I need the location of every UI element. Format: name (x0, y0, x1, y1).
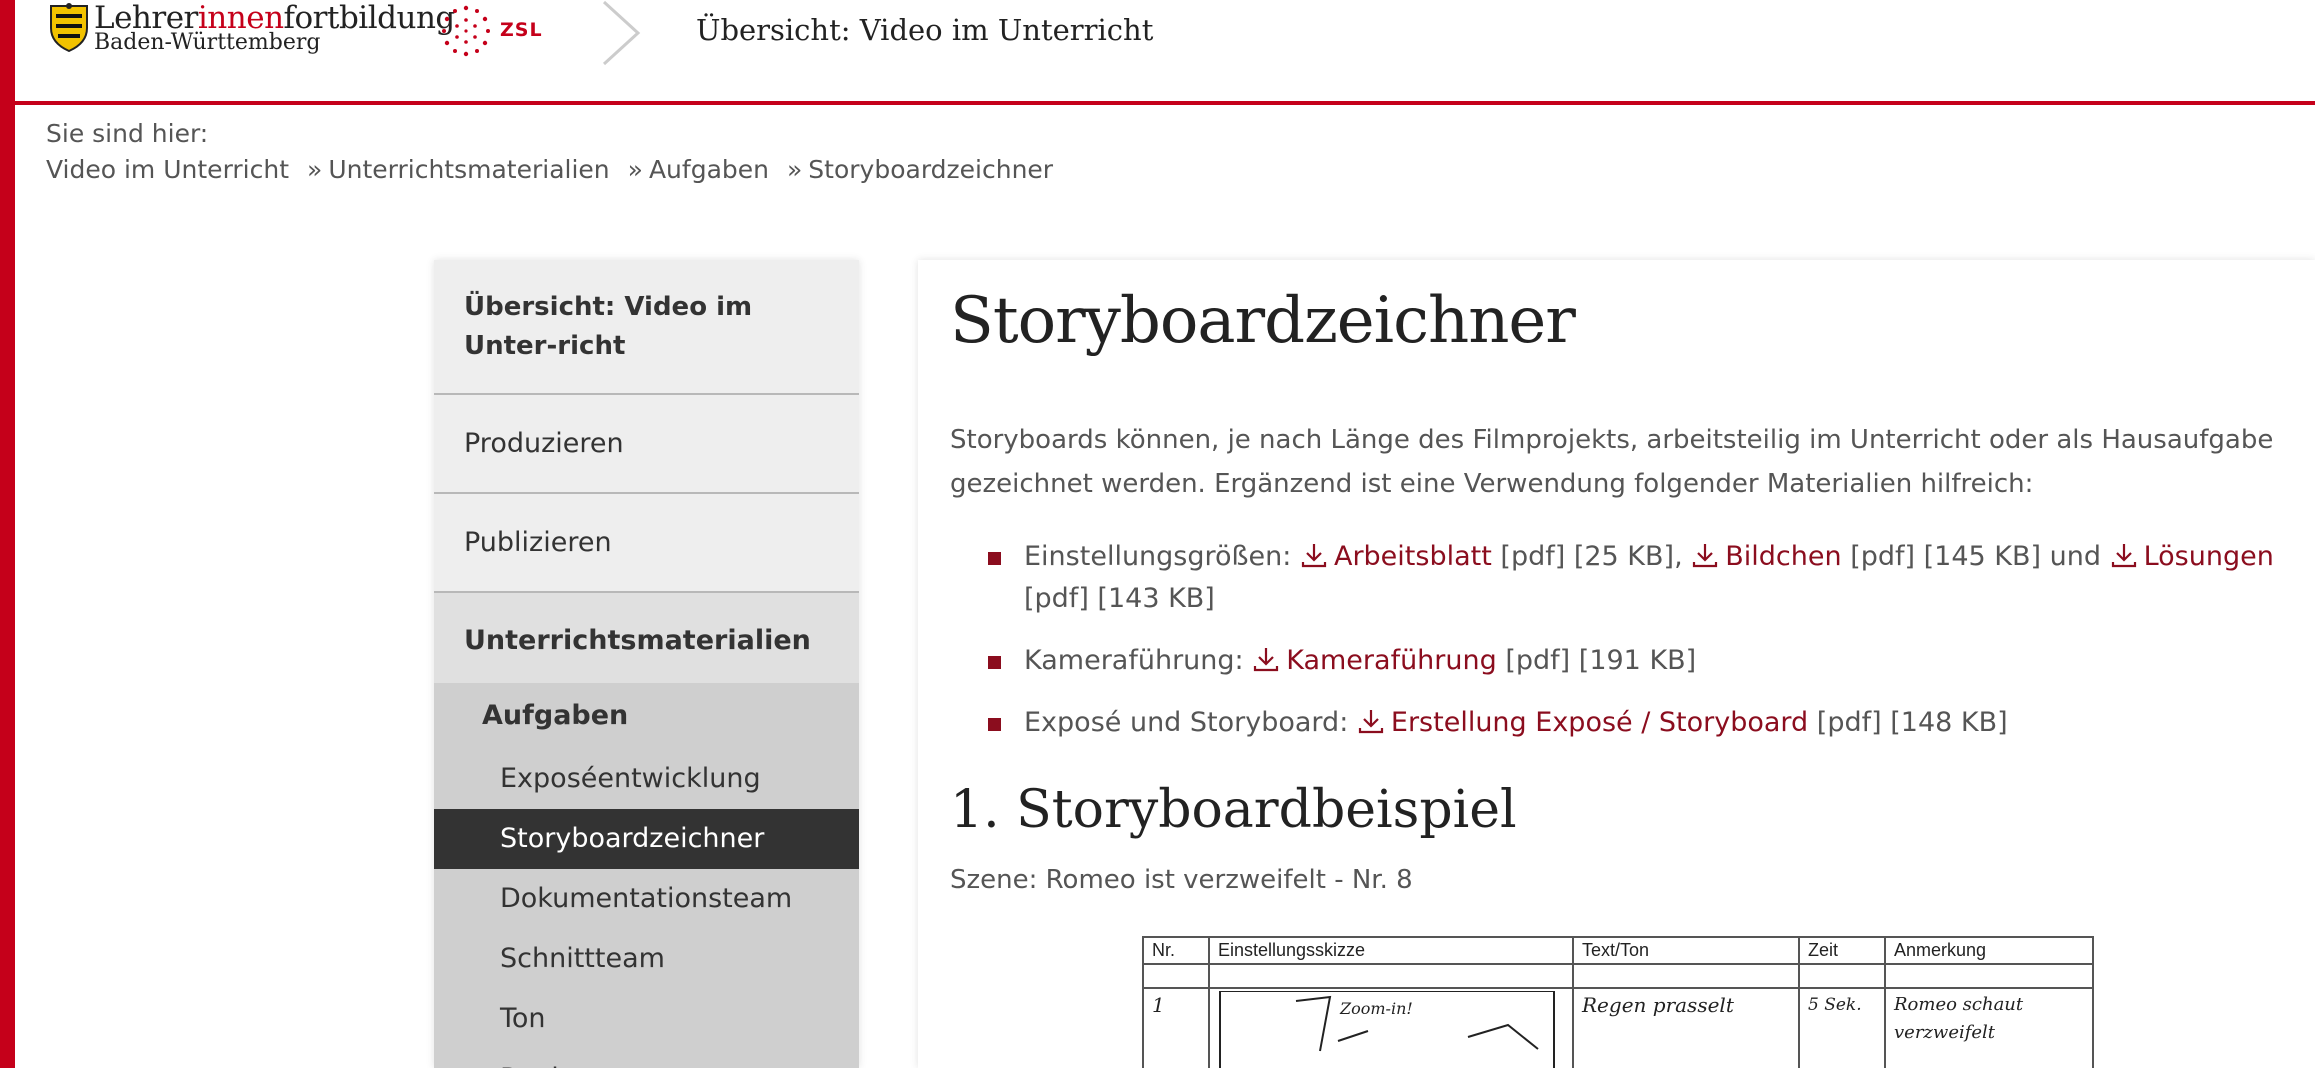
crest-icon (50, 3, 88, 52)
download-link-kamerafuehrung[interactable]: Kameraführung (1252, 645, 1497, 676)
storyboard-row: 1 Zoom-in! Regen prasselt 5 Sek. Romeo s… (1142, 987, 2094, 1068)
breadcrumb-label: Sie sind hier: (46, 119, 209, 148)
storyboard-spacer-row (1142, 963, 2094, 989)
sketch-note: Zoom-in! (1340, 999, 1413, 1018)
list-item-label: Einstellungsgrößen: (1024, 541, 1292, 572)
storyboard-image: Nr. Einstellungsskizze Text/Ton Zeit Anm… (1142, 936, 2094, 1068)
storyboard-zeit: 5 Sek. (1798, 987, 1886, 1068)
breadcrumb-current[interactable]: Storyboardzeichner (808, 155, 1053, 184)
sidebar-header: Übersicht: Video im Unter-richt (434, 260, 859, 395)
file-meta: [pdf] [143 KB] (1024, 583, 1215, 614)
chevron-right-icon (602, 0, 641, 66)
section-title: 1. Storyboardbeispiel (950, 780, 1517, 840)
sidebar-item-ton[interactable]: Ton (434, 989, 859, 1049)
storyboard-header-cell: Zeit (1798, 936, 1886, 965)
list-item-label: Kameraführung: (1024, 645, 1244, 676)
logo-subtitle: Baden-Württemberg (94, 30, 321, 55)
page-title: Storyboardzeichner (950, 284, 1576, 358)
breadcrumb-item[interactable]: Aufgaben (649, 155, 769, 184)
download-icon (1693, 544, 1718, 568)
storyboard-table: Nr. Einstellungsskizze Text/Ton Zeit Anm… (1142, 936, 2094, 1068)
storyboard-anmerkung: Romeo schaut verzweifelt (1884, 987, 2094, 1068)
list-item: Kameraführung: Kameraführung [pdf] [191 … (950, 640, 2280, 682)
download-icon (1358, 710, 1383, 734)
breadcrumb-item[interactable]: Video im Unterricht (46, 155, 289, 184)
file-meta: [pdf] [148 KB] (1816, 707, 2008, 738)
sidebar-item-regie[interactable]: Regie (434, 1049, 859, 1068)
storyboard-row-nr: 1 (1142, 987, 1210, 1068)
storyboard-sketch-cell: Zoom-in! (1208, 987, 1574, 1068)
storyboard-header-row: Nr. Einstellungsskizze Text/Ton Zeit Anm… (1142, 936, 2094, 965)
download-link-loesungen[interactable]: Lösungen (2110, 541, 2274, 572)
sidebar-item-storyboardzeichner[interactable]: Storyboardzeichner (434, 809, 859, 869)
storyboard-header-cell: Nr. (1142, 936, 1210, 965)
sidebar-item-dokumentationsteam[interactable]: Dokumentationsteam (434, 869, 859, 929)
storyboard-text-ton: Regen prasselt (1572, 987, 1800, 1068)
list-item: Exposé und Storyboard: Erstellung Exposé… (950, 702, 2280, 744)
sidebar-nav: Übersicht: Video im Unter-richt Produzie… (434, 260, 859, 1068)
zsl-dots-icon (442, 5, 490, 57)
breadcrumb-separator: » (787, 155, 803, 184)
sidebar-item-aufgaben[interactable]: Aufgaben (434, 683, 859, 749)
download-link-bildchen[interactable]: Bildchen (1691, 541, 1842, 572)
sidebar-item-unterrichtsmaterialien[interactable]: Unterrichtsmaterialien (434, 593, 859, 683)
download-link-arbeitsblatt[interactable]: Arbeitsblatt (1300, 541, 1492, 572)
download-link-expose-storyboard[interactable]: Erstellung Exposé / Storyboard (1357, 707, 1808, 738)
intro-text: Storyboards können, je nach Länge des Fi… (950, 425, 2274, 499)
storyboard-header-cell: Anmerkung (1884, 936, 2094, 965)
list-item-label: Exposé und Storyboard: (1024, 707, 1349, 738)
storyboard-header-cell: Einstellungsskizze (1208, 936, 1574, 965)
brand-stripe (0, 0, 15, 1068)
main-content: Storyboardzeichner Storyboards können, j… (918, 260, 2315, 1068)
breadcrumb: Video im Unterricht » Unterrichtsmateria… (46, 155, 1071, 184)
download-icon (2111, 544, 2136, 568)
sidebar-title[interactable]: Übersicht: Video im Unter-richt (434, 260, 859, 393)
breadcrumb-separator: » (307, 155, 323, 184)
sidebar-item-schnittteam[interactable]: Schnittteam (434, 929, 859, 989)
sidebar-item-produzieren[interactable]: Produzieren (434, 395, 859, 494)
zsl-label[interactable]: ZSL (500, 19, 543, 41)
download-icon (1301, 544, 1327, 568)
file-meta: [pdf] [145 KB] und (1850, 541, 2101, 572)
scene-caption: Szene: Romeo ist verzweifelt - Nr. 8 (950, 865, 1413, 895)
breadcrumb-item[interactable]: Unterrichtsmaterialien (328, 155, 609, 184)
materials-list: Einstellungsgrößen: Arbeitsblatt [pdf] [… (950, 536, 2280, 764)
breadcrumb-separator: » (627, 155, 643, 184)
list-item: Einstellungsgrößen: Arbeitsblatt [pdf] [… (950, 536, 2280, 620)
sidebar-item-publizieren[interactable]: Publizieren (434, 494, 859, 593)
file-meta: [pdf] [25 KB], (1500, 541, 1683, 572)
storyboard-header-cell: Text/Ton (1572, 936, 1800, 965)
file-meta: [pdf] [191 KB] (1505, 645, 1697, 676)
download-icon (1254, 648, 1279, 672)
header-section-title[interactable]: Übersicht: Video im Unterricht (696, 13, 1153, 47)
sidebar-item-exposeentwicklung[interactable]: Exposéentwicklung (434, 749, 859, 809)
